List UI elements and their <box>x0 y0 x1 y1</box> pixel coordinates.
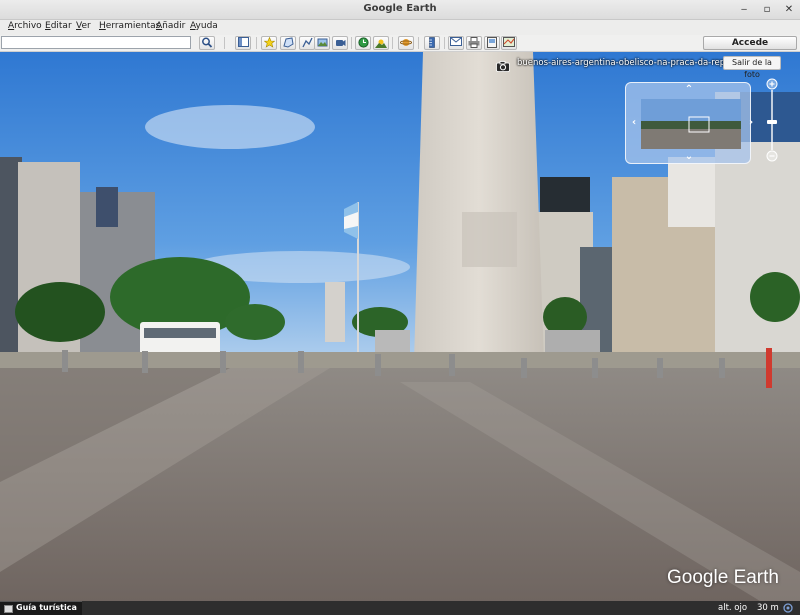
title-bar: Google Earth ‒ ▫ ✕ <box>0 0 800 20</box>
ruler-icon <box>429 37 435 48</box>
toolbar-separator <box>418 37 419 49</box>
menu-ver[interactable]: Ver <box>76 21 91 31</box>
toolbar: Accede <box>0 35 800 52</box>
menu-ayuda[interactable]: Ayuda <box>190 21 218 31</box>
save-image-icon <box>487 37 497 48</box>
add-placemark-button[interactable] <box>261 36 277 50</box>
placemark-icon <box>263 36 275 48</box>
streaming-indicator-icon <box>783 603 793 613</box>
logo-word-google: Google <box>667 567 729 588</box>
historical-imagery-button[interactable] <box>355 36 371 50</box>
toolbar-separator <box>392 37 393 49</box>
path-icon <box>301 37 313 48</box>
toolbar-separator <box>351 37 352 49</box>
menu-archivo[interactable]: Archivo <box>8 21 42 31</box>
maximize-button[interactable]: ▫ <box>759 2 775 17</box>
ruler-button[interactable] <box>424 36 440 50</box>
minimize-button[interactable]: ‒ <box>736 2 752 17</box>
logo-word-earth: Earth <box>733 567 779 588</box>
nav-up-arrow-icon[interactable]: ⌃ <box>682 83 696 97</box>
polygon-icon <box>282 37 294 48</box>
status-bar: Guía turística alt. ojo 30 m <box>0 601 800 615</box>
nav-down-arrow-icon[interactable]: ⌄ <box>682 150 696 164</box>
sidebar-toggle-button[interactable] <box>235 36 251 50</box>
save-image-button[interactable] <box>484 36 500 50</box>
tour-guide-icon <box>4 605 13 613</box>
search-button[interactable] <box>199 36 215 50</box>
exit-photo-button[interactable]: Salir de la foto <box>723 56 781 79</box>
tour-guide-tab[interactable]: Guía turística <box>0 601 82 615</box>
camera-icon <box>496 61 510 72</box>
toolbar-separator <box>444 37 445 49</box>
earth-viewport[interactable]: buenos-aires-argentina-obelisco-na-praca… <box>0 52 800 601</box>
login-button[interactable]: Accede <box>703 36 797 50</box>
nav-left-arrow-icon[interactable]: ‹ <box>627 116 641 130</box>
toolbar-separator <box>224 37 225 49</box>
sidebar-toggle-icon <box>237 37 249 47</box>
google-maps-button[interactable] <box>501 36 517 50</box>
zoom-slider[interactable] <box>766 78 778 162</box>
add-path-button[interactable] <box>299 36 315 50</box>
tour-guide-label: Guía turística <box>16 603 77 612</box>
search-input[interactable] <box>1 36 191 49</box>
eye-altitude-value: 30 m <box>757 603 779 613</box>
planets-icon <box>399 39 413 46</box>
record-tour-button[interactable] <box>332 36 348 50</box>
window-title: Google Earth <box>363 3 437 14</box>
close-button[interactable]: ✕ <box>781 2 797 17</box>
email-button[interactable] <box>448 36 464 50</box>
record-tour-icon <box>335 40 345 46</box>
google-maps-icon <box>503 37 515 47</box>
photo-title[interactable]: buenos-aires-argentina-obelisco-na-praca… <box>517 58 751 68</box>
menu-editar[interactable]: Editar <box>45 21 72 31</box>
zoom-slider-graphic <box>766 78 778 162</box>
panorama-thumbnail[interactable] <box>641 99 741 149</box>
historical-imagery-icon <box>357 37 369 48</box>
print-icon <box>468 37 480 48</box>
add-image-overlay-button[interactable] <box>314 36 330 50</box>
google-earth-logo: Google Earth <box>667 567 779 589</box>
image-overlay-icon <box>317 38 327 47</box>
print-button[interactable] <box>466 36 482 50</box>
planets-button[interactable] <box>398 36 414 50</box>
photo-navigator: ⌃ ⌄ ‹ › <box>625 82 753 164</box>
add-polygon-button[interactable] <box>280 36 296 50</box>
toolbar-separator <box>256 37 257 49</box>
menu-anadir[interactable]: Añadir <box>156 21 185 31</box>
sunlight-icon <box>375 39 387 48</box>
photo-info: buenos-aires-argentina-obelisco-na-praca… <box>496 57 751 72</box>
menu-bar: Archivo Editar Ver Herramientas Añadir A… <box>0 20 800 35</box>
eye-altitude-label: alt. ojo <box>718 603 748 613</box>
email-icon <box>450 37 462 46</box>
nav-right-arrow-icon[interactable]: › <box>744 116 758 130</box>
magnifier-icon <box>202 37 213 48</box>
menu-herramientas[interactable]: Herramientas <box>99 21 160 31</box>
sunlight-button[interactable] <box>373 36 389 50</box>
